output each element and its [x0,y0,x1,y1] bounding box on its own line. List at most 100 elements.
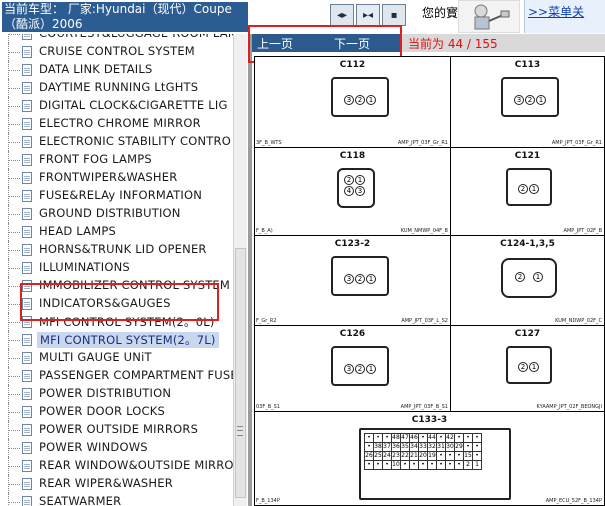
pin: 3 [344,274,354,284]
document-icon [22,388,32,400]
tree-item-label[interactable]: FRONTWIPER&WASHER [39,170,177,184]
document-icon [22,82,32,94]
tree-item[interactable]: ILLUMINATIONS [0,259,236,277]
tree-item[interactable]: HEAD LAMPS [0,223,236,241]
expand-icon[interactable]: ▸◂ [356,4,380,26]
print-icon[interactable]: ▪ [382,4,406,26]
pin: 1 [366,95,376,105]
tree-connector [0,97,38,115]
document-icon [22,64,32,76]
tree-connector [0,223,38,241]
tree-item[interactable]: POWER OUTSIDE MIRRORS [0,421,236,439]
app-window: 当前车型： 厂家:Hyundai（现代）Coupe（酷派）2006 ◂▸ ▸◂ … [0,0,605,506]
tree-item[interactable]: FRONTWIPER&WASHER [0,169,236,187]
tree-item-label[interactable]: HEAD LAMPS [39,224,116,238]
tree-connector [0,43,38,61]
tree-item[interactable]: ELECTRO CHROME MIRROR [0,115,236,133]
tree-connector [0,205,38,223]
highlight-box [20,283,219,321]
tree-item[interactable]: DIGITAL CLOCK&CIGARETTE LIG [0,97,236,115]
pin-row: 3 2 1 [344,274,376,284]
tree-connector [0,151,38,169]
tree-connector [0,133,38,151]
document-icon [22,460,32,472]
scroll-thumb[interactable] [235,248,246,498]
pin-grid: 2 1 4 3 [344,175,367,196]
tree-item[interactable]: POWER DOOR LOCKS [0,403,236,421]
tree-item[interactable]: FRONT FOG LAMPS [0,151,236,169]
pin: 2 [355,95,365,105]
tree-item[interactable]: COURTESY&LUGGAGE ROOM LAM [0,34,238,43]
tree-connector [0,493,38,506]
pin: 4 [344,186,354,196]
pin: 3 [344,95,354,105]
tree-item-label[interactable]: POWER DISTRIBUTION [39,386,171,400]
tree-item[interactable]: POWER DISTRIBUTION [0,385,236,403]
document-icon [22,46,32,58]
tree-item-label[interactable]: CRUISE CONTROL SYSTEM [39,44,195,58]
tree-item-label[interactable]: HORNS&TRUNK LID OPENER [39,242,207,256]
document-icon [22,172,32,184]
tree-item-label[interactable]: FUSE&RELAy INFORMATION [39,188,202,202]
tree-item[interactable]: GROUND DISTRIBUTION [0,205,236,223]
tree-item[interactable]: FUSE&RELAy INFORMATION [0,187,236,205]
tree-item-label[interactable]: REAR WIPER&WASHER [39,476,173,490]
tree-connector [0,421,38,439]
tree-item-label[interactable]: PASSENGER COMPARTMENT FUSE [39,368,238,382]
pin: 1 [366,274,376,284]
tree-item[interactable]: HORNS&TRUNK LID OPENER [0,241,236,259]
connector-code: AMP_JPT_03F_L_S2 [401,318,448,324]
document-icon [22,424,32,436]
tree-item-label[interactable]: ILLUMINATIONS [39,260,130,274]
tree-item-label[interactable]: MFI CONTROL SYSTEM(2。7L) [37,332,219,348]
tree-connector [0,259,38,277]
pin: 1 [529,184,539,194]
tree-item-label[interactable]: DAYTIME RUNNING LtGHTS [39,80,198,94]
connector-code: KUM_NDWP_02F_C [555,318,602,324]
pin: 1 [529,362,539,372]
document-icon [22,136,32,148]
tree-item-label[interactable]: SEATWARMER [39,494,121,506]
tree-item-label[interactable]: REAR WINDOW&OUTSIDE MIRRO [39,458,234,472]
menu-toggle-link[interactable]: >>菜单关 [524,0,605,33]
tree-item-label[interactable]: COURTESY&LUGGAGE ROOM LAM [39,34,238,40]
tree-item[interactable]: REAR WIPER&WASHER [0,475,236,493]
sidebar-scrollbar[interactable] [233,34,247,506]
connector-c121: C121 2 1 AMP_JPT_02F_B [451,148,605,236]
tree-item[interactable]: DATA LINK DETAILS [0,61,236,79]
tree-item[interactable]: SEATWARMER [0,493,236,506]
tree-item[interactable]: PASSENGER COMPARTMENT FUSE [0,367,238,385]
connector-code: AMP_JPT_03F_Gr_R1 [397,140,448,146]
tree-item-label[interactable]: DATA LINK DETAILS [39,62,153,76]
welcome-text: 您的寳 [422,6,459,20]
tree-connector [0,115,38,133]
tree-connector [0,385,38,403]
tree-item-label[interactable]: POWER WINDOWS [39,440,148,454]
tree-connector [0,331,38,349]
tree-item-label[interactable]: FRONT FOG LAMPS [39,152,152,166]
tree-item[interactable]: MFI CONTROL SYSTEM(2。7L) [0,331,236,349]
system-tree: COURTESY&LUGGAGE ROOM LAM CRUISE CONTROL … [0,34,248,506]
pin-matrix: • • • 48 47 46 • 44 • 42 • • • • 38 37 36 35 34 33 32 31 30 29 •… [364,433,482,470]
tree-item[interactable]: DAYTIME RUNNING LtGHTS [0,79,236,97]
tree-item[interactable]: MULTI GAUGE UNiT [0,349,236,367]
connector-code: AMP_JPT_03F_Gr_R1 [551,140,602,146]
document-icon [22,208,32,220]
tree-item-label[interactable]: MULTI GAUGE UNiT [39,350,152,364]
connector-c118: C118 2 1 4 3 KUM_NMWP_04F_B F_B_A) [254,148,451,236]
tree-connector [0,457,38,475]
tree-item-label[interactable]: ELECTRONIC STABILITY CONTRO [39,134,231,148]
tree-item-label[interactable]: ELECTRO CHROME MIRROR [39,116,201,130]
tree-item-label[interactable]: POWER OUTSIDE MIRRORS [39,422,198,436]
connector-code: 03F_B_S1 [256,404,281,410]
connector-code: KUM_NMWP_04F_B [400,228,448,234]
tree-item[interactable]: CRUISE CONTROL SYSTEM [0,43,236,61]
tree-item[interactable]: POWER WINDOWS [0,439,236,457]
first-page-icon[interactable]: ◂▸ [330,4,354,26]
tree-item-label[interactable]: POWER DOOR LOCKS [39,404,165,418]
tree-item[interactable]: ELECTRONIC STABILITY CONTRO [0,133,236,151]
tree-item-label[interactable]: GROUND DISTRIBUTION [39,206,181,220]
connector-grid: C112 3 2 1 AMP_JPT_03F_Gr_R1 3F_B_WTS C1… [254,56,605,506]
tree-item-label[interactable]: DIGITAL CLOCK&CIGARETTE LIG [39,98,228,112]
tree-item[interactable]: REAR WINDOW&OUTSIDE MIRRO [0,457,236,475]
